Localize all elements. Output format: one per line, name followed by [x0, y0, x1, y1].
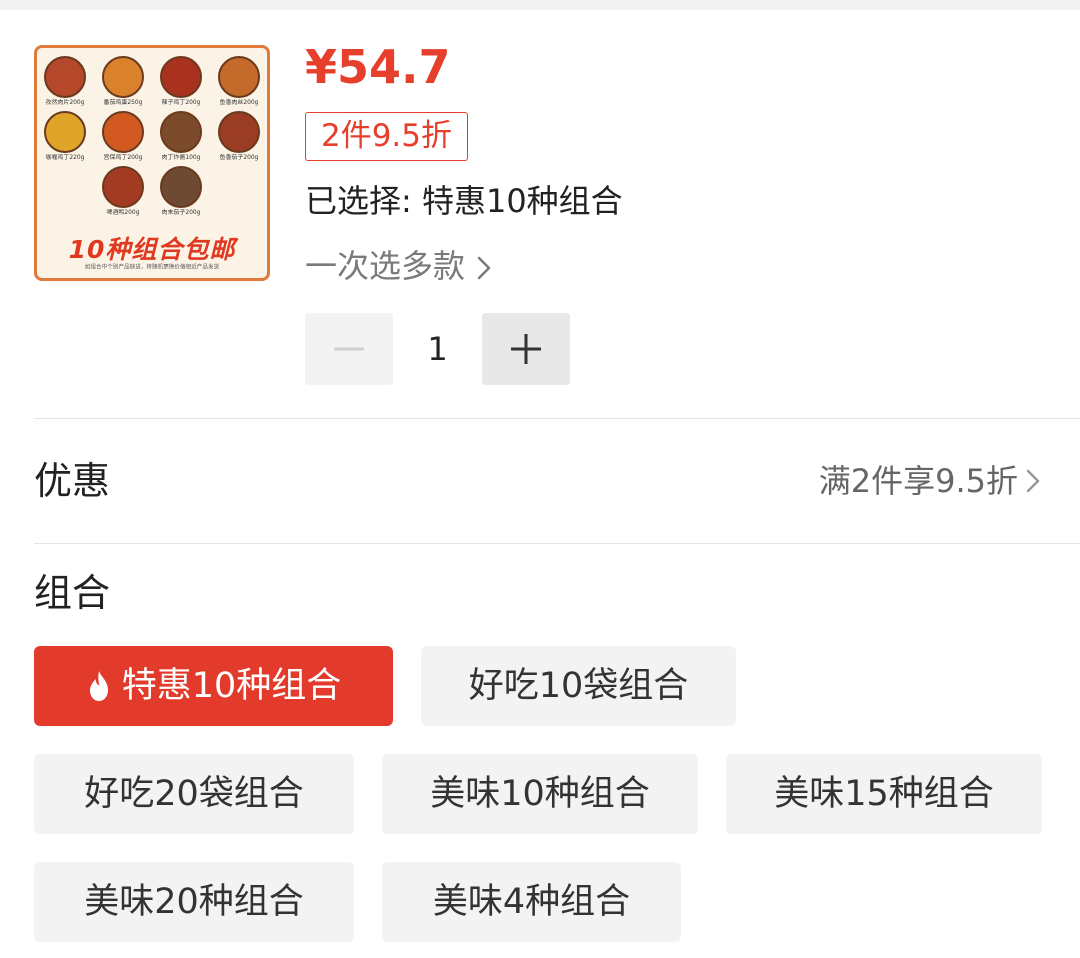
combo-option[interactable]: 美味15种组合: [726, 754, 1042, 834]
selected-variant-text: 已选择: 特惠10种组合: [305, 182, 623, 220]
divider: [34, 543, 1080, 544]
combo-option-label: 美味15种组合: [774, 774, 994, 814]
combo-option-label: 好吃20袋组合: [84, 774, 304, 814]
fire-icon: [89, 671, 108, 701]
thumbnail-grid: 孜然肉片200g 番茄鸡蛋250g 辣子鸡丁200g 鱼香肉丝200g 咖喱鸡丁…: [37, 56, 267, 221]
quantity-decrease-button[interactable]: [305, 313, 393, 385]
combo-option[interactable]: 好吃20袋组合: [34, 754, 354, 834]
plus-icon: [511, 334, 541, 364]
top-strip: [0, 0, 1080, 10]
divider: [34, 418, 1080, 419]
quantity-value[interactable]: 1: [393, 313, 482, 385]
combo-option[interactable]: 美味10种组合: [382, 754, 698, 834]
food-label: 肉丁炸酱100g: [161, 153, 201, 161]
multi-select-link[interactable]: 一次选多款: [305, 243, 493, 289]
combo-option-label: 美味4种组合: [432, 882, 631, 922]
food-label: 肉末茄子200g: [161, 208, 201, 216]
combo-option[interactable]: 美味20种组合: [34, 862, 354, 942]
chevron-right-icon: [477, 256, 491, 280]
food-label: 宫保鸡丁200g: [103, 153, 143, 161]
multi-select-label: 一次选多款: [305, 247, 466, 285]
combo-option-label: 美味20种组合: [84, 882, 304, 922]
food-image: [102, 56, 144, 98]
promotion-detail-link[interactable]: 满2件享9.5折: [819, 458, 1042, 504]
price: ¥54.7: [305, 40, 451, 94]
product-thumbnail[interactable]: 孜然肉片200g 番茄鸡蛋250g 辣子鸡丁200g 鱼香肉丝200g 咖喱鸡丁…: [34, 45, 270, 281]
food-label: 咖喱鸡丁220g: [45, 153, 85, 161]
thumbnail-banner: 10种组合包邮: [68, 235, 236, 264]
chevron-right-icon: [1026, 469, 1040, 493]
food-image: [160, 111, 202, 153]
food-image: [160, 166, 202, 208]
food-label: 鱼香肉丝200g: [219, 98, 259, 106]
promotion-detail-text: 满2件享9.5折: [818, 462, 1018, 500]
food-image: [218, 56, 260, 98]
combo-option[interactable]: 美味4种组合: [382, 862, 681, 942]
combo-option[interactable]: 好吃10袋组合: [421, 646, 736, 726]
food-label: 孜然肉片200g: [45, 98, 85, 106]
food-image: [160, 56, 202, 98]
food-label: 番茄鸡蛋250g: [103, 98, 143, 106]
thumbnail-fine-print: 如组合中个别产品缺货，将随机更换价值相近产品发货: [84, 263, 220, 271]
minus-icon: [334, 347, 364, 351]
food-label: 鱼香茄子200g: [219, 153, 259, 161]
food-image: [44, 56, 86, 98]
discount-tag: 2件9.5折: [305, 112, 468, 161]
quantity-increase-button[interactable]: [482, 313, 570, 385]
food-image: [102, 111, 144, 153]
combo-option-selected[interactable]: 特惠10种组合: [34, 646, 393, 726]
food-image: [218, 111, 260, 153]
combo-option-label: 特惠10种组合: [121, 666, 342, 706]
food-label: 啤酒鸭200g: [106, 208, 140, 216]
food-image: [44, 111, 86, 153]
combo-section-label: 组合: [34, 571, 111, 615]
combo-option-label: 美味10种组合: [430, 774, 650, 814]
food-image: [102, 166, 144, 208]
promotion-label: 优惠: [34, 459, 111, 503]
combo-option-label: 好吃10袋组合: [468, 666, 689, 706]
food-label: 辣子鸡丁200g: [161, 98, 201, 106]
